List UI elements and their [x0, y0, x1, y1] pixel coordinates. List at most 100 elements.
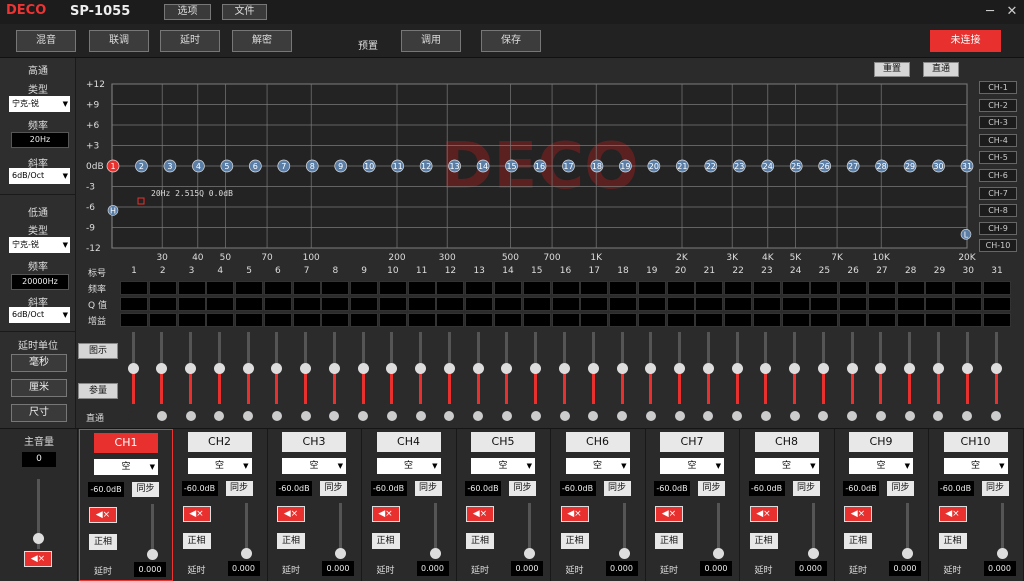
- band-bypass-toggle[interactable]: [559, 411, 570, 421]
- channel-sync-button[interactable]: 同步: [414, 481, 442, 496]
- table-cell[interactable]: [465, 281, 494, 295]
- channel-input-select[interactable]: 空 ▼: [943, 458, 1008, 474]
- eq-slider-knob[interactable]: [702, 362, 714, 374]
- table-cell[interactable]: [810, 281, 839, 295]
- channel-sync-button[interactable]: 同步: [792, 481, 820, 496]
- channel-volume-knob[interactable]: [618, 548, 630, 559]
- channel-volume-knob[interactable]: [335, 548, 346, 559]
- band-bypass-toggle[interactable]: [789, 411, 800, 421]
- channel-name-button[interactable]: CH7: [660, 432, 724, 452]
- table-cell[interactable]: [954, 281, 983, 295]
- channel-volume-knob[interactable]: [807, 548, 819, 559]
- channel-input-select[interactable]: 空 ▼: [187, 458, 252, 474]
- channel-volume-track[interactable]: [244, 503, 248, 553]
- channel-volume-track[interactable]: [717, 503, 720, 553]
- table-cell[interactable]: [580, 313, 609, 327]
- channel-delay-field[interactable]: 0.000: [794, 561, 827, 576]
- eq-slider-knob[interactable]: [386, 362, 398, 374]
- channel-list-item[interactable]: CH-7: [979, 186, 1017, 200]
- table-cell[interactable]: [983, 281, 1011, 295]
- channel-volume-track[interactable]: [906, 503, 909, 553]
- channel-mute-button[interactable]: ◀×: [938, 506, 967, 522]
- link-button[interactable]: 联调: [89, 30, 149, 52]
- channel-phase-button[interactable]: 正相: [844, 533, 872, 549]
- channel-phase-button[interactable]: 正相: [182, 533, 211, 549]
- channel-sync-button[interactable]: 同步: [320, 481, 347, 496]
- eq-slider-knob[interactable]: [817, 362, 829, 374]
- channel-phase-button[interactable]: 正相: [938, 533, 967, 549]
- band-bypass-toggle[interactable]: [703, 411, 714, 421]
- bypass-button[interactable]: 直通: [923, 62, 959, 77]
- file-menu[interactable]: 文件: [222, 4, 267, 20]
- eq-slider-knob[interactable]: [616, 362, 628, 374]
- table-cell[interactable]: [493, 297, 522, 311]
- table-cell[interactable]: [120, 313, 148, 327]
- eq-slider-knob[interactable]: [156, 362, 168, 374]
- channel-volume-knob[interactable]: [524, 548, 535, 559]
- channel-volume-knob[interactable]: [996, 548, 1008, 559]
- table-cell[interactable]: [983, 297, 1011, 311]
- table-cell[interactable]: [551, 297, 580, 311]
- channel-sync-button[interactable]: 同步: [132, 482, 159, 497]
- close-icon[interactable]: ✕: [1002, 2, 1022, 22]
- channel-sync-button[interactable]: 同步: [698, 481, 725, 496]
- table-cell[interactable]: [580, 281, 609, 295]
- table-cell[interactable]: [148, 281, 177, 295]
- options-menu[interactable]: 选项: [164, 4, 211, 20]
- table-cell[interactable]: [752, 281, 781, 295]
- channel-phase-button[interactable]: 正相: [371, 533, 400, 549]
- channel-mute-button[interactable]: ◀×: [844, 506, 872, 522]
- table-cell[interactable]: [695, 313, 724, 327]
- channel-list-item[interactable]: CH-3: [979, 116, 1017, 130]
- band-bypass-toggle[interactable]: [415, 411, 426, 421]
- eq-slider-knob[interactable]: [789, 362, 801, 374]
- channel-input-select[interactable]: 空 ▼: [376, 458, 441, 474]
- table-cell[interactable]: [120, 297, 148, 311]
- table-cell[interactable]: [522, 297, 551, 311]
- master-volume-knob[interactable]: [33, 533, 44, 544]
- eq-slider-knob[interactable]: [472, 362, 484, 374]
- table-cell[interactable]: [867, 281, 896, 295]
- table-cell[interactable]: [666, 313, 695, 327]
- table-cell[interactable]: [810, 313, 839, 327]
- channel-delay-field[interactable]: 0.000: [416, 561, 449, 576]
- table-cell[interactable]: [292, 281, 321, 295]
- table-cell[interactable]: [896, 313, 925, 327]
- band-bypass-toggle[interactable]: [904, 411, 915, 421]
- table-cell[interactable]: [551, 281, 580, 295]
- channel-volume-track[interactable]: [622, 503, 626, 553]
- band-bypass-toggle[interactable]: [875, 411, 886, 421]
- table-cell[interactable]: [609, 313, 638, 327]
- channel-name-button[interactable]: CH6: [565, 432, 630, 452]
- eq-slider-knob[interactable]: [846, 362, 858, 374]
- band-bypass-toggle[interactable]: [760, 411, 771, 421]
- band-bypass-toggle[interactable]: [473, 411, 484, 421]
- table-cell[interactable]: [206, 281, 235, 295]
- channel-delay-field[interactable]: 0.000: [322, 561, 354, 576]
- channel-volume-knob[interactable]: [713, 548, 724, 559]
- channel-input-select[interactable]: 空 ▼: [849, 458, 913, 474]
- channel-volume-track[interactable]: [433, 503, 437, 553]
- highpass-slope-select[interactable]: 6dB/Oct ▼: [9, 168, 70, 184]
- table-cell[interactable]: [580, 297, 609, 311]
- band-bypass-toggle[interactable]: [128, 411, 138, 421]
- table-cell[interactable]: [551, 313, 580, 327]
- band-bypass-toggle[interactable]: [933, 411, 944, 421]
- channel-mute-button[interactable]: ◀×: [560, 506, 589, 522]
- channel-name-button[interactable]: CH2: [187, 432, 252, 452]
- channel-volume-track[interactable]: [151, 504, 154, 554]
- channel-name-button[interactable]: CH4: [376, 432, 441, 452]
- band-bypass-toggle[interactable]: [156, 411, 167, 421]
- eq-slider-knob[interactable]: [443, 362, 455, 374]
- channel-delay-field[interactable]: 0.000: [605, 561, 638, 576]
- channel-list-item[interactable]: CH-1: [979, 81, 1017, 94]
- eq-slider-knob[interactable]: [530, 362, 542, 374]
- channel-phase-button[interactable]: 正相: [466, 533, 494, 549]
- table-cell[interactable]: [666, 297, 695, 311]
- eq-slider-knob[interactable]: [271, 362, 283, 374]
- table-cell[interactable]: [609, 297, 638, 311]
- table-cell[interactable]: [637, 281, 666, 295]
- band-bypass-toggle[interactable]: [386, 411, 397, 421]
- channel-name-button[interactable]: CH10: [943, 432, 1008, 452]
- table-cell[interactable]: [321, 313, 350, 327]
